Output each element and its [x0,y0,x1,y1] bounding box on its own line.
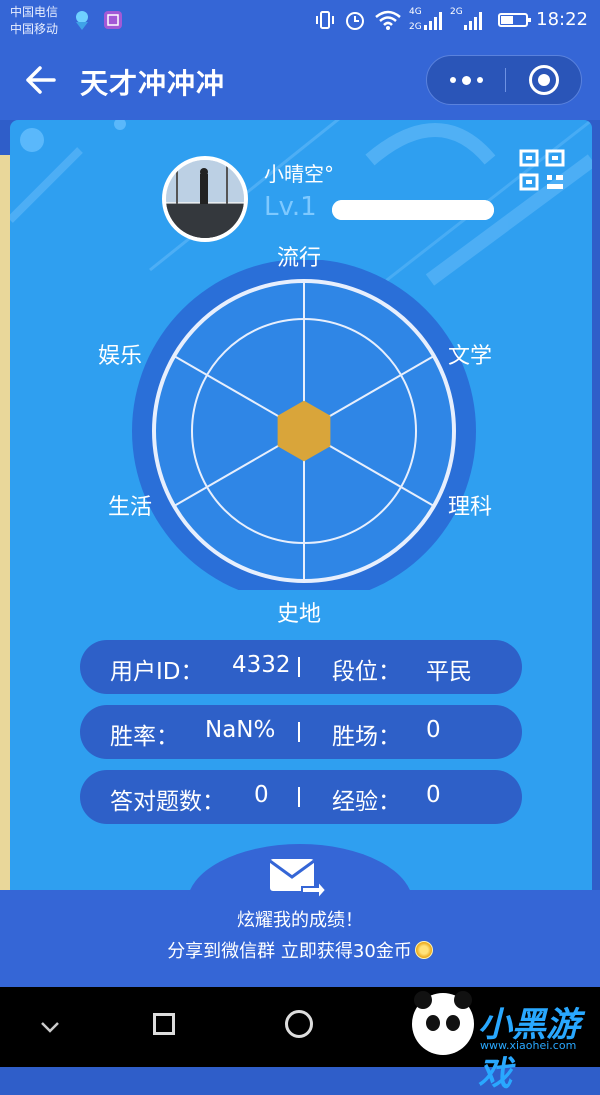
location-shield-icon [76,11,88,30]
navbar: 天才冲冲冲 [0,42,600,120]
exp-value: 0 [426,782,441,808]
ability-radar-chart [132,260,476,590]
row-separator [298,722,300,742]
win-rate-value: NaN% [205,717,276,743]
clock: 18:22 [536,9,588,30]
row-separator [298,657,300,677]
username: 小晴空° [264,162,334,186]
rank-label: 段位： [332,659,401,685]
nav-recent-icon[interactable] [285,1010,313,1038]
user-id-value: 4332 [232,652,291,678]
radar-label-history-geo: 史地 [277,602,322,627]
radar-label-science: 理科 [448,495,493,520]
network-label-3: 2G [450,7,463,17]
qr-code-icon[interactable] [518,148,566,192]
battery-level [501,16,513,24]
radar-label-literature: 文学 [448,344,493,369]
exp-label: 经验： [332,789,401,815]
status-bar: 中国电信 中国移动 4G 2G 2G 18:22 [0,0,600,42]
avatar[interactable] [162,156,248,242]
gallery-notification-icon [104,11,122,29]
menu-capsule [426,55,582,105]
nav-home-icon[interactable] [153,1013,175,1035]
radar-label-entertainment: 娱乐 [98,344,143,369]
info-row-id-rank: 用户ID： 4332 段位： 平民 [80,640,522,694]
panda-eye-right [446,1015,460,1031]
share-title: 炫耀我的成绩！ [237,910,363,931]
close-circle-icon[interactable] [529,65,559,95]
radar-label-life: 生活 [108,495,153,520]
watermark-url: www.xiaohei.com [480,1039,577,1052]
correct-count-value: 0 [254,782,269,808]
battery-icon [498,13,531,27]
panda-logo-icon [412,991,474,1055]
wins-label: 胜场： [332,724,401,750]
more-dots-icon[interactable] [427,56,505,104]
wifi-icon [375,10,401,30]
signal-icon-2 [464,12,482,30]
correct-count-label: 答对题数： [110,789,225,815]
alarm-icon [346,12,364,30]
user-id-label: 用户ID： [110,659,204,685]
win-rate-label: 胜率： [110,724,179,750]
share-subtitle-text: 分享到微信群 立即获得30金币 [167,941,412,962]
vibrate-icon [316,11,334,29]
panda-eye-left [426,1015,440,1031]
share-footer[interactable]: 炫耀我的成绩！ 分享到微信群 立即获得30金币 [0,844,600,987]
share-subtitle: 分享到微信群 立即获得30金币 [0,937,600,963]
left-edge-strip [0,155,10,890]
mail-share-icon[interactable] [268,857,326,901]
carrier-2: 中国移动 [10,22,59,36]
radar-label-pop: 流行 [277,246,322,271]
network-label-1: 4G [409,7,422,17]
wins-value: 0 [426,717,441,743]
info-row-correct-exp: 答对题数： 0 经验： 0 [80,770,522,824]
page-title: 天才冲冲冲 [80,67,226,100]
coin-icon [414,941,433,959]
android-nav-bar: 小黑游戏 www.xiaohei.com [0,987,600,1094]
network-label-2: 2G [409,22,422,32]
row-separator [298,787,300,807]
profile-card: 小晴空° Lv.1 流行 文学 理科 史地 生活 娱乐 用户ID： 4332 段… [10,120,592,890]
exp-progress-fill [332,200,494,220]
level-label: Lv.1 [264,192,317,222]
carrier-1: 中国电信 [10,5,59,19]
capsule-divider [505,68,506,92]
nav-back-icon[interactable] [40,1021,60,1033]
avatar-image [166,160,244,238]
signal-icon [424,12,442,30]
info-row-winrate-wins: 胜率： NaN% 胜场： 0 [80,705,522,759]
exp-progress-bar [332,200,494,220]
rank-value: 平民 [426,659,472,685]
back-arrow-icon[interactable] [24,64,56,96]
